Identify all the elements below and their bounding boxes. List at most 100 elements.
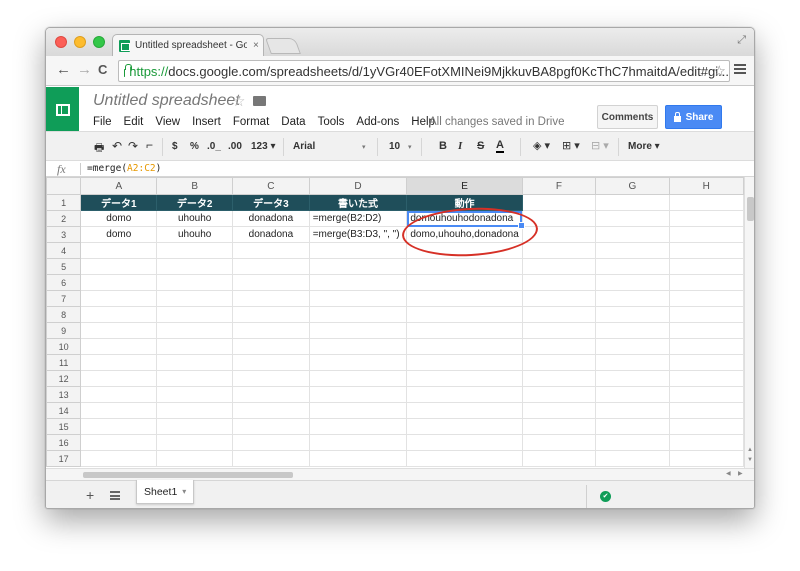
cell[interactable] xyxy=(156,418,234,435)
cell[interactable] xyxy=(156,258,234,275)
cell[interactable] xyxy=(668,434,744,451)
cell[interactable] xyxy=(156,434,234,451)
column-header-d[interactable]: D xyxy=(308,177,408,195)
cell[interactable] xyxy=(406,354,523,371)
more-formats-button[interactable]: 123 ▾ xyxy=(251,141,275,152)
cell[interactable] xyxy=(521,210,597,227)
chrome-menu-icon[interactable] xyxy=(734,64,746,74)
column-header-e[interactable]: E xyxy=(406,177,523,195)
cell[interactable] xyxy=(406,418,523,435)
cell[interactable] xyxy=(308,322,408,339)
menu-addons[interactable]: Add-ons xyxy=(356,116,399,128)
cell[interactable] xyxy=(406,370,523,387)
reload-button[interactable]: C xyxy=(98,63,107,77)
column-header-f[interactable]: F xyxy=(521,177,597,195)
cell[interactable] xyxy=(156,370,234,387)
forward-button[interactable]: → xyxy=(77,62,92,77)
cell-c2[interactable]: donadona xyxy=(232,210,310,227)
cell[interactable] xyxy=(232,258,310,275)
header-cell-a1[interactable]: データ1 xyxy=(80,194,158,211)
cell[interactable] xyxy=(595,386,670,403)
font-size-select[interactable]: 10 xyxy=(389,141,400,152)
cell[interactable] xyxy=(406,338,523,355)
cell[interactable] xyxy=(668,418,744,435)
cell[interactable] xyxy=(406,242,523,259)
cell[interactable] xyxy=(595,210,670,227)
tab-close-icon[interactable]: × xyxy=(253,40,259,51)
sheets-logo-icon[interactable] xyxy=(46,87,79,133)
cell[interactable] xyxy=(232,306,310,323)
cell[interactable] xyxy=(156,354,234,371)
fullscreen-icon[interactable]: ⤢ xyxy=(737,34,746,47)
cell-b3[interactable]: uhouho xyxy=(156,226,234,243)
cell[interactable] xyxy=(156,450,234,467)
cell[interactable] xyxy=(80,370,158,387)
cell[interactable] xyxy=(595,226,670,243)
cell[interactable] xyxy=(668,242,744,259)
menu-edit[interactable]: Edit xyxy=(124,116,144,128)
cell[interactable] xyxy=(156,338,234,355)
row-header[interactable]: 1 xyxy=(46,194,82,211)
cell[interactable] xyxy=(232,386,310,403)
cell[interactable] xyxy=(308,450,408,467)
vertical-scrollbar[interactable]: ▲ ▼ xyxy=(744,177,754,468)
row-header[interactable]: 5 xyxy=(46,258,82,275)
cell[interactable] xyxy=(232,370,310,387)
fill-color-button[interactable]: ◈ ▾ xyxy=(533,139,550,152)
print-icon[interactable]: 🖶 xyxy=(94,139,104,158)
cell-b2[interactable]: uhouho xyxy=(156,210,234,227)
row-header[interactable]: 11 xyxy=(46,354,82,371)
undo-icon[interactable]: ↶ xyxy=(112,139,122,153)
row-header[interactable]: 14 xyxy=(46,402,82,419)
cell[interactable] xyxy=(595,370,670,387)
zoom-window-button[interactable] xyxy=(93,36,105,48)
cell[interactable] xyxy=(668,338,744,355)
font-dropdown-icon[interactable]: ▾ xyxy=(362,143,366,151)
folder-icon[interactable] xyxy=(253,96,266,106)
cell[interactable] xyxy=(668,258,744,275)
cell[interactable] xyxy=(156,306,234,323)
cell[interactable] xyxy=(595,338,670,355)
column-header-g[interactable]: G xyxy=(595,177,670,195)
cell[interactable] xyxy=(308,402,408,419)
cell[interactable] xyxy=(595,306,670,323)
bookmark-star-icon[interactable]: ☆ xyxy=(713,62,726,80)
cell[interactable] xyxy=(308,258,408,275)
explore-check-icon[interactable]: ✔ xyxy=(600,491,611,502)
row-header[interactable]: 16 xyxy=(46,434,82,451)
cell[interactable] xyxy=(80,354,158,371)
cell[interactable] xyxy=(406,258,523,275)
more-button[interactable]: More ▾ xyxy=(628,141,660,152)
cell[interactable] xyxy=(521,306,597,323)
select-all-corner[interactable] xyxy=(46,177,82,195)
cell[interactable] xyxy=(668,210,744,227)
cell[interactable] xyxy=(308,370,408,387)
row-header[interactable]: 9 xyxy=(46,322,82,339)
row-header[interactable]: 7 xyxy=(46,290,82,307)
cell[interactable] xyxy=(521,194,597,211)
row-header[interactable]: 17 xyxy=(46,450,82,467)
cell[interactable] xyxy=(232,450,310,467)
increase-decimal-button[interactable]: .00 xyxy=(228,141,242,152)
horizontal-scrollbar[interactable]: ◀ ▶ xyxy=(46,468,754,480)
cell[interactable] xyxy=(595,354,670,371)
cell[interactable] xyxy=(668,226,744,243)
cell[interactable] xyxy=(406,290,523,307)
row-header[interactable]: 4 xyxy=(46,242,82,259)
row-header[interactable]: 13 xyxy=(46,386,82,403)
cell[interactable] xyxy=(668,194,744,211)
cell[interactable] xyxy=(80,434,158,451)
currency-format-button[interactable]: $ xyxy=(172,141,178,152)
cell[interactable] xyxy=(521,338,597,355)
menu-insert[interactable]: Insert xyxy=(192,116,221,128)
column-header-a[interactable]: A xyxy=(80,177,158,195)
cell[interactable] xyxy=(156,386,234,403)
add-sheet-button[interactable]: + xyxy=(86,487,94,503)
cell[interactable] xyxy=(232,418,310,435)
strikethrough-button[interactable]: S xyxy=(477,140,484,152)
chevron-down-icon[interactable]: ▾ xyxy=(182,487,186,496)
text-color-button[interactable]: A xyxy=(496,139,504,153)
percent-format-button[interactable]: % xyxy=(190,141,199,152)
cell[interactable] xyxy=(80,306,158,323)
cell[interactable] xyxy=(232,274,310,291)
